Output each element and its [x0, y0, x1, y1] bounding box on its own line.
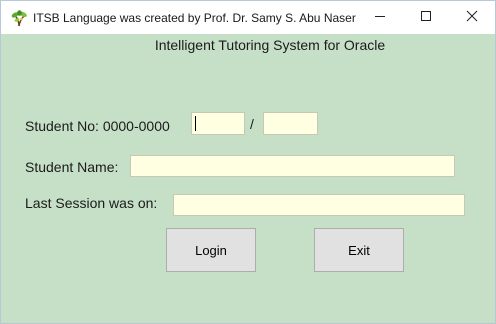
maximize-icon — [420, 9, 432, 27]
login-form: Intelligent Tutoring System for Oracle S… — [1, 34, 495, 323]
form-heading: Intelligent Tutoring System for Oracle — [1, 37, 495, 53]
student-no-separator: / — [250, 116, 254, 132]
form-heading-text: Intelligent Tutoring System for Oracle — [154, 37, 386, 53]
exit-button[interactable]: Exit — [314, 228, 404, 272]
minimize-button[interactable] — [357, 1, 403, 34]
exit-button-label: Exit — [348, 242, 370, 258]
window-title: ITSB Language was created by Prof. Dr. S… — [33, 11, 356, 25]
student-no-part1-input[interactable] — [191, 112, 245, 135]
text-caret — [195, 116, 196, 131]
close-icon — [466, 9, 478, 27]
close-button[interactable] — [449, 1, 495, 34]
app-window: ITSB Language was created by Prof. Dr. S… — [0, 0, 496, 324]
plant-icon — [11, 10, 28, 27]
student-no-label: Student No: 0000-0000 — [25, 118, 170, 134]
title-bar[interactable]: ITSB Language was created by Prof. Dr. S… — [1, 1, 495, 34]
last-session-input[interactable] — [173, 194, 465, 216]
student-name-label: Student Name: — [25, 159, 119, 175]
login-button[interactable]: Login — [166, 228, 256, 272]
last-session-label: Last Session was on: — [25, 195, 158, 211]
login-button-label: Login — [195, 242, 227, 258]
student-no-part2-input[interactable] — [263, 112, 318, 135]
maximize-button[interactable] — [403, 1, 449, 34]
student-name-input[interactable] — [130, 155, 455, 177]
minimize-icon — [374, 9, 386, 27]
